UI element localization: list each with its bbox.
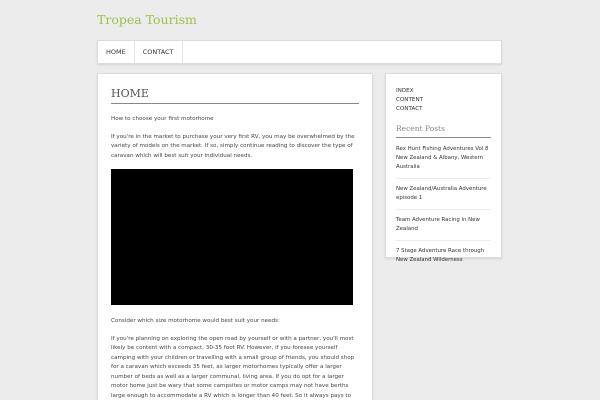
recent-post-link[interactable]: 7 Stage Adventure Race through New Zeala… [396, 247, 491, 271]
site-title[interactable]: Tropea Tourism [97, 12, 197, 27]
nav-item-home[interactable]: HOME [98, 41, 135, 63]
size-heading: Consider which size motorhome would best… [111, 318, 280, 324]
sidebar: INDEX CONTENT CONTACT Recent Posts Rex H… [385, 73, 502, 263]
intro-heading: How to choose your first motorhome [111, 116, 214, 122]
size-paragraph: If you're planning on exploring the open… [111, 335, 355, 399]
intro-paragraph: If you're in the market to purchase your… [111, 133, 355, 159]
recent-post-link[interactable]: New Zealand/Australia Adventure episode … [396, 185, 491, 210]
nav-item-contact[interactable]: CONTACT [135, 41, 183, 63]
sidebar-link-content[interactable]: CONTENT [396, 96, 491, 105]
recent-post-link[interactable]: Team Adventure Racing in New Zealand [396, 216, 491, 241]
recent-post-link[interactable]: Rex Hunt Fishing Adventures Vol 8 New Ze… [396, 145, 491, 179]
main-content: HOME How to choose your first motorhome … [97, 73, 373, 400]
sidebar-link-contact[interactable]: CONTACT [396, 105, 491, 114]
recent-posts-heading: Recent Posts [396, 124, 491, 138]
sidebar-link-index[interactable]: INDEX [396, 87, 491, 96]
page-title: HOME [111, 87, 359, 104]
video-player[interactable] [111, 169, 353, 305]
main-nav: HOME CONTACT [97, 40, 502, 64]
